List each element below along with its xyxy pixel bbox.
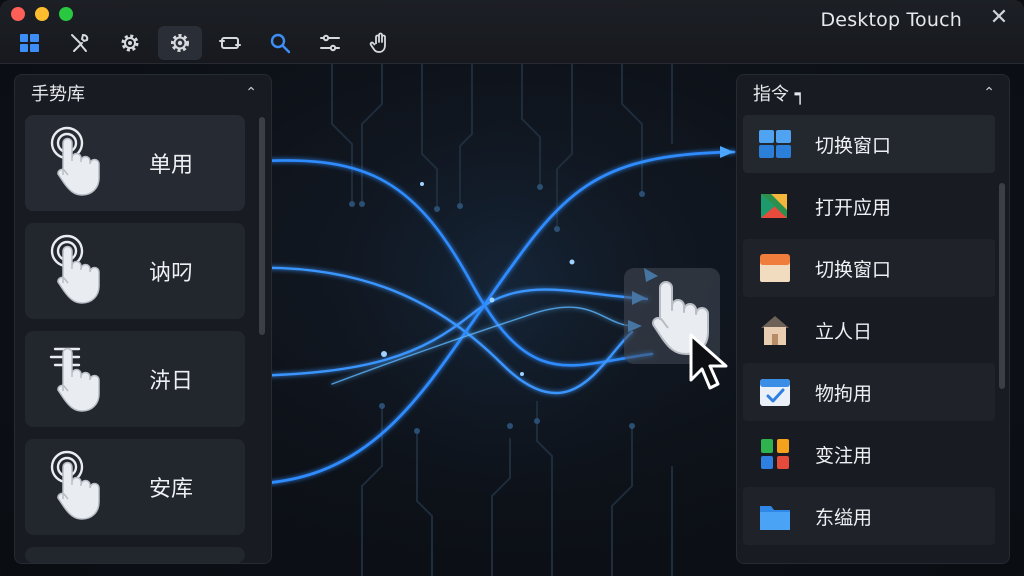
switch-window-icon[interactable]: [208, 26, 252, 60]
tap-gesture-icon: [50, 126, 100, 196]
minimize-window-button[interactable]: [35, 7, 49, 21]
gesture-label: 讷叼: [149, 261, 194, 286]
command-row[interactable]: 立人日: [743, 301, 995, 359]
app-launcher-icon: [761, 194, 787, 218]
gesture-library-scrollbar[interactable]: [259, 117, 265, 335]
command-label: 立人日: [815, 320, 873, 343]
hand-icon[interactable]: [358, 26, 402, 60]
windows-tiles-icon: [759, 130, 791, 158]
command-label: 物拘用: [815, 382, 873, 405]
command-row[interactable]: 东缢用: [743, 487, 995, 545]
gesture-library-header[interactable]: 手势库 ⌃: [15, 75, 271, 111]
calendar-check-icon: [760, 379, 790, 406]
command-row[interactable]: 打开应用: [743, 177, 995, 235]
command-row[interactable]: 变注用: [743, 425, 995, 483]
tools-icon[interactable]: [58, 26, 102, 60]
maximize-window-button[interactable]: [59, 7, 73, 21]
gesture-label: 单用: [149, 153, 194, 178]
command-label: 变注用: [815, 444, 873, 467]
command-row[interactable]: 物拘用: [743, 363, 995, 421]
swipe-gesture-icon: [49, 347, 100, 412]
tap-gesture-icon: [50, 234, 100, 304]
folder-icon: [760, 506, 790, 530]
gesture-card[interactable]: 讷叼: [25, 223, 245, 319]
command-label: 东缢用: [815, 506, 873, 529]
tap-gesture-icon: [50, 450, 100, 520]
command-row[interactable]: 切换窗口: [743, 115, 995, 173]
chevron-up-icon[interactable]: ⌃: [983, 85, 995, 101]
toolbar: [8, 26, 402, 62]
window-switch-icon: [760, 254, 790, 282]
commands-header[interactable]: 指令 ┑ ⌃: [737, 75, 1009, 111]
close-window-button[interactable]: [11, 7, 25, 21]
gesture-card[interactable]: 安库: [25, 439, 245, 535]
command-label: 切换窗口: [815, 134, 892, 157]
app-window: Desktop Touch ✕ 手势库 ⌃ 单用 讷叼 泋日 安库 指令 ┑ ⌃…: [0, 0, 1024, 576]
settings-gear-active-icon[interactable]: [158, 26, 202, 60]
gesture-library-title: 手势库: [31, 84, 85, 105]
commands-scrollbar[interactable]: [999, 183, 1005, 389]
command-row[interactable]: 切换窗口: [743, 239, 995, 297]
house-icon: [761, 316, 789, 345]
settings-gear-icon[interactable]: [108, 26, 152, 60]
chevron-up-icon[interactable]: ⌃: [245, 85, 257, 101]
search-icon[interactable]: [258, 26, 302, 60]
gesture-card[interactable]: 单用: [25, 115, 245, 211]
sliders-icon[interactable]: [308, 26, 352, 60]
apps-grid-icon[interactable]: [8, 26, 52, 60]
gesture-library-panel: 手势库 ⌃ 单用 讷叼 泋日 安库: [14, 74, 272, 564]
gesture-card[interactable]: 泋日: [25, 331, 245, 427]
close-icon[interactable]: ✕: [986, 5, 1012, 31]
window-title: Desktop Touch: [820, 9, 962, 31]
gesture-label: 安库: [149, 477, 194, 502]
gesture-label: 泋日: [149, 369, 194, 394]
command-label: 切换窗口: [815, 258, 892, 281]
title-bar: Desktop Touch ✕: [0, 0, 1024, 64]
colored-grid-icon: [761, 439, 789, 469]
gesture-card-partial[interactable]: [25, 547, 245, 563]
mouse-cursor-icon: [689, 333, 728, 390]
command-label: 打开应用: [815, 196, 892, 219]
commands-title: 指令 ┑: [753, 84, 806, 105]
commands-panel: 指令 ┑ ⌃ 切换窗口 打开应用 切换窗口 立人日 物拘用 变注用 东缢用: [736, 74, 1010, 564]
